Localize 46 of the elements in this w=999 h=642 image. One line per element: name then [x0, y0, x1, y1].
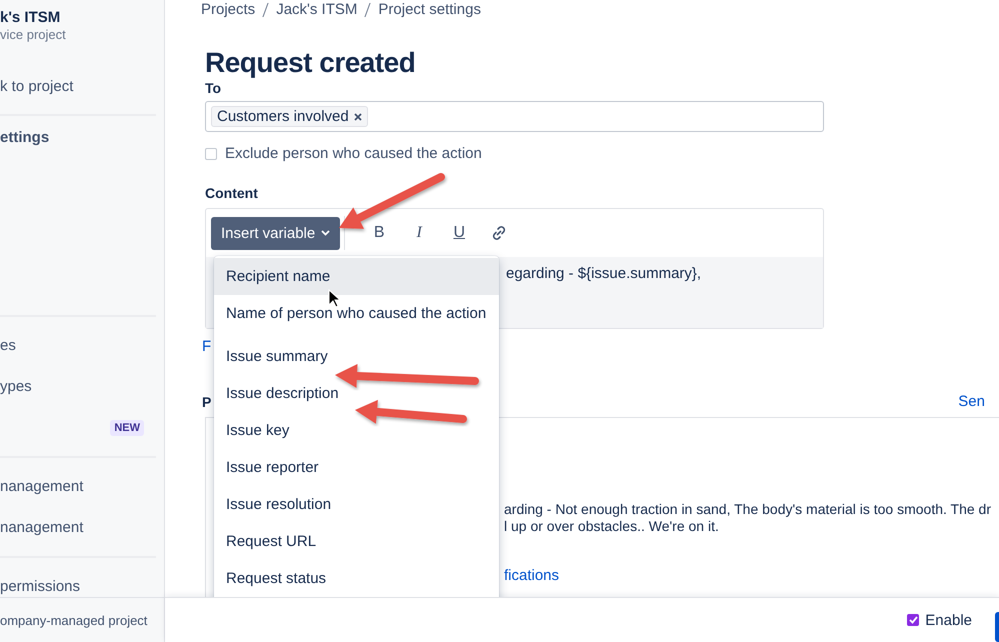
link[interactable]: F — [202, 338, 212, 355]
underline-button[interactable]: U — [446, 221, 472, 245]
checkbox-label: Enable — [925, 612, 972, 628]
sidebar-item[interactable]: nanagement — [0, 519, 84, 536]
preview-text: arding - Not enough traction in sand, The body's material is too smooth. The dr — [504, 501, 991, 518]
menu-item[interactable]: Issue resolution — [214, 486, 499, 523]
checkbox[interactable] — [205, 148, 217, 160]
menu-item[interactable]: Request URL — [214, 523, 499, 560]
project-type: vice project — [0, 27, 67, 43]
field-label: P — [202, 393, 212, 411]
editor-text: egarding - ${issue.summary}, — [506, 265, 702, 282]
preview-text: l up or over obstacles.. We're on it. — [504, 518, 719, 535]
send-link[interactable]: Sen — [958, 393, 985, 411]
menu-item[interactable]: Name of person who caused the action — [214, 295, 499, 332]
page-title: Request created — [205, 47, 416, 79]
checkbox-label: Exclude person who caused the action — [225, 145, 482, 162]
menu-item[interactable]: Issue key — [214, 412, 499, 449]
menu-item[interactable]: Recipient name — [214, 258, 499, 295]
sidebar-item[interactable]: nanagement — [0, 478, 84, 495]
checkbox[interactable] — [907, 614, 920, 626]
menu-item[interactable]: Issue summary — [214, 338, 499, 375]
menu-item[interactable]: Issue reporter — [214, 449, 499, 486]
menu-item[interactable]: Issue description — [214, 375, 499, 412]
field-label: Content — [205, 184, 259, 202]
section-title: ettings — [0, 129, 50, 148]
project-name: k's ITSM — [0, 9, 62, 27]
breadcrumb-link[interactable]: Projects — [201, 0, 256, 20]
insert-variable-button[interactable]: Insert variable — [211, 216, 340, 250]
back-to-project-link[interactable]: k to project — [0, 78, 164, 96]
link[interactable]: fications — [504, 567, 560, 584]
sidebar-item[interactable]: es — [0, 337, 16, 354]
breadcrumb-link[interactable]: Jack's ITSM — [276, 0, 358, 20]
italic-button[interactable]: I — [406, 221, 432, 245]
menu-item[interactable]: Request status — [214, 560, 499, 597]
caret-icon — [321, 230, 330, 236]
field-label: To — [205, 79, 222, 97]
remove-icon[interactable] — [354, 112, 362, 120]
project-type-footer: ompany-managed project — [0, 597, 164, 642]
recipients-field[interactable]: Customers involved — [205, 101, 824, 132]
new-badge: NEW — [110, 420, 144, 436]
sidebar-item[interactable]: permissions — [0, 578, 80, 595]
sidebar-item[interactable]: ypes — [0, 378, 32, 395]
breadcrumb-link[interactable]: Project settings — [378, 0, 481, 20]
bold-button[interactable]: B — [366, 221, 392, 245]
cursor-icon — [328, 288, 342, 308]
button-edge[interactable] — [995, 612, 999, 642]
